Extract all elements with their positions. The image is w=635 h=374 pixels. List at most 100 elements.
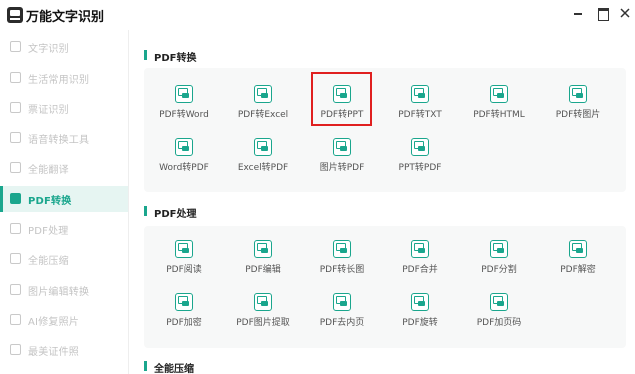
tool-pdf-read[interactable]: PDF阅读 xyxy=(147,238,221,286)
sidebar-item-pdf-convert[interactable]: PDF转换 xyxy=(0,186,128,212)
app-logo-icon xyxy=(7,7,23,23)
ai-repair-icon xyxy=(10,314,21,325)
tool-pdf-to-excel[interactable]: PDF转Excel xyxy=(226,83,300,131)
tool-label: PDF阅读 xyxy=(166,265,202,275)
tool-pdf-to-long-image[interactable]: PDF转长图 xyxy=(305,238,379,286)
ppt-to-pdf-icon xyxy=(411,138,429,156)
pdf-process-icon xyxy=(10,223,21,234)
tool-label: PDF编辑 xyxy=(245,265,281,275)
tool-label: PDF去内页 xyxy=(319,318,365,328)
tool-excel-to-pdf[interactable]: Excel转PDF xyxy=(226,136,300,184)
tool-label: PDF旋转 xyxy=(402,318,438,328)
tool-ppt-to-pdf[interactable]: PPT转PDF xyxy=(383,136,457,184)
tool-pdf-page-number[interactable]: PDF加页码 xyxy=(462,291,536,339)
app-title: 万能文字识别 xyxy=(26,10,105,25)
tool-word-to-pdf[interactable]: Word转PDF xyxy=(147,136,221,184)
minimize-icon[interactable] xyxy=(571,6,585,20)
pdf-to-image-icon xyxy=(569,85,587,103)
tool-pdf-split[interactable]: PDF分割 xyxy=(462,238,536,286)
sidebar-item-label: AI修复照片 xyxy=(28,317,79,328)
pdf-edit-icon xyxy=(254,240,272,258)
sidebar-item-life-recognize[interactable]: 生活常用识别 xyxy=(0,65,128,91)
sidebar-item-label: 票证识别 xyxy=(28,105,69,116)
sidebar-divider xyxy=(128,30,129,374)
sidebar-item-label: PDF转换 xyxy=(28,196,72,207)
tool-pdf-rotate[interactable]: PDF旋转 xyxy=(383,291,457,339)
tool-pdf-decrypt[interactable]: PDF解密 xyxy=(541,238,615,286)
sidebar-item-ticket-recognize[interactable]: 票证识别 xyxy=(0,95,128,121)
pdf-page-number-icon xyxy=(490,293,508,311)
section-marker xyxy=(144,361,147,371)
sidebar-item-label: 生活常用识别 xyxy=(28,75,90,86)
tool-label: PDF转图片 xyxy=(555,110,601,120)
pdf-decrypt-icon xyxy=(569,240,587,258)
tool-pdf-to-word[interactable]: PDF转Word xyxy=(147,83,221,131)
image-edit-icon xyxy=(10,284,21,295)
pdf-remove-pages-icon xyxy=(333,293,351,311)
tool-label: PDF转长图 xyxy=(319,265,365,275)
tool-pdf-image-extract[interactable]: PDF图片提取 xyxy=(226,291,300,339)
pdf-image-extract-icon xyxy=(254,293,272,311)
tool-label: PDF转HTML xyxy=(473,110,525,120)
compress-icon xyxy=(10,253,21,264)
sidebar-item-label: 最美证件照 xyxy=(28,347,79,358)
ticket-recognize-icon xyxy=(10,102,21,113)
tool-label: PDF解密 xyxy=(560,265,596,275)
sidebar-item-voice-convert[interactable]: 语音转换工具 xyxy=(0,125,128,151)
section-marker xyxy=(144,206,147,216)
sidebar-item-label: 图片编辑转换 xyxy=(28,287,90,298)
tool-label: PDF加页码 xyxy=(476,318,522,328)
sidebar-item-label: 语音转换工具 xyxy=(28,135,90,146)
tool-image-to-pdf[interactable]: 图片转PDF xyxy=(305,136,379,184)
tool-label: 图片转PDF xyxy=(319,163,365,173)
sidebar-item-label: 全能压缩 xyxy=(28,256,69,267)
sidebar: 文字识别 生活常用识别 票证识别 语音转换工具 全能翻译 PDF转换 PDF处理… xyxy=(0,30,128,374)
tool-pdf-to-txt[interactable]: PDF转TXT xyxy=(383,83,457,131)
pdf-read-icon xyxy=(175,240,193,258)
text-recognize-icon xyxy=(10,41,21,52)
tool-label: PDF转TXT xyxy=(398,110,442,120)
sidebar-item-id-photo[interactable]: 最美证件照 xyxy=(0,337,128,363)
sidebar-item-ai-repair[interactable]: AI修复照片 xyxy=(0,307,128,333)
translate-icon xyxy=(10,162,21,173)
section-title-text: 全能压缩 xyxy=(154,364,194,374)
maximize-icon[interactable] xyxy=(596,6,610,21)
tool-pdf-to-html[interactable]: PDF转HTML xyxy=(462,83,536,131)
tool-label: PDF分割 xyxy=(481,265,517,275)
close-icon[interactable] xyxy=(618,6,632,20)
pdf-split-icon xyxy=(490,240,508,258)
tool-label: PDF加密 xyxy=(166,318,202,328)
word-to-pdf-icon xyxy=(175,138,193,156)
sidebar-item-label: 文字识别 xyxy=(28,44,69,55)
pdf-to-long-image-icon xyxy=(333,240,351,258)
tool-pdf-to-image[interactable]: PDF转图片 xyxy=(541,83,615,131)
sidebar-item-label: 全能翻译 xyxy=(28,165,69,176)
sidebar-item-translate[interactable]: 全能翻译 xyxy=(0,155,128,181)
section-title-text: PDF处理 xyxy=(154,209,197,220)
section-marker xyxy=(144,50,147,60)
sidebar-item-image-edit[interactable]: 图片编辑转换 xyxy=(0,277,128,303)
image-to-pdf-icon xyxy=(333,138,351,156)
pdf-to-html-icon xyxy=(490,85,508,103)
tool-label: PDF转Excel xyxy=(237,110,289,120)
sidebar-item-label: PDF处理 xyxy=(28,226,69,237)
id-photo-icon xyxy=(10,344,21,355)
excel-to-pdf-icon xyxy=(254,138,272,156)
sidebar-item-compress[interactable]: 全能压缩 xyxy=(0,246,128,272)
tool-label: PDF合并 xyxy=(402,265,438,275)
tool-label: Word转PDF xyxy=(159,163,209,173)
tool-pdf-encrypt[interactable]: PDF加密 xyxy=(147,291,221,339)
tool-pdf-merge[interactable]: PDF合并 xyxy=(383,238,457,286)
tool-pdf-edit[interactable]: PDF编辑 xyxy=(226,238,300,286)
pdf-to-word-icon xyxy=(175,85,193,103)
section-title-text: PDF转换 xyxy=(154,53,197,64)
pdf-rotate-icon xyxy=(411,293,429,311)
pdf-merge-icon xyxy=(411,240,429,258)
title-bar: 万能文字识别 xyxy=(0,0,635,30)
sidebar-item-pdf-process[interactable]: PDF处理 xyxy=(0,216,128,242)
tool-pdf-remove-pages[interactable]: PDF去内页 xyxy=(305,291,379,339)
pdf-to-excel-icon xyxy=(254,85,272,103)
life-recognize-icon xyxy=(10,72,21,83)
sidebar-item-text-recognize[interactable]: 文字识别 xyxy=(0,34,128,60)
tool-label: Excel转PDF xyxy=(237,163,289,173)
